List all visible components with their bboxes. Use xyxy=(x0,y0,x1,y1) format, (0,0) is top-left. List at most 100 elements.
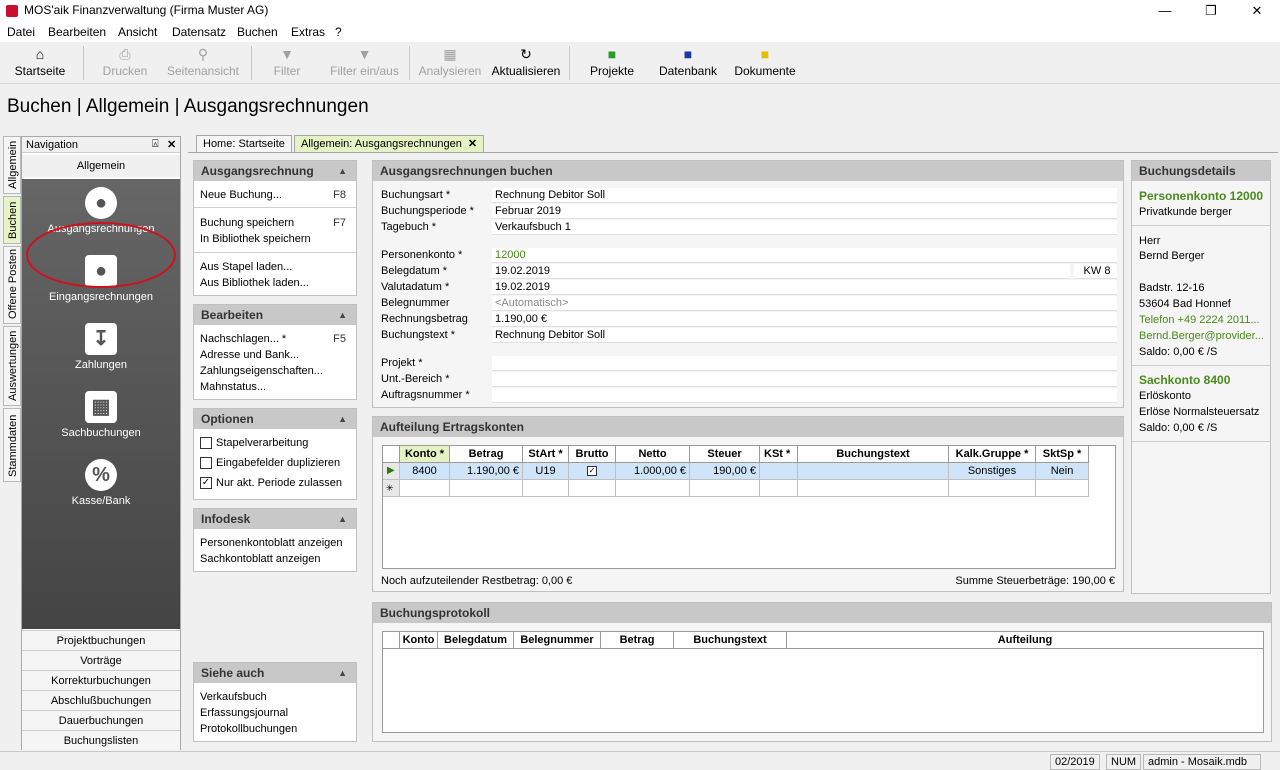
column-buchungstext[interactable]: Buchungstext xyxy=(674,632,787,649)
filter-button[interactable]: ▼ Filter xyxy=(266,44,308,82)
filter-toggle-button[interactable]: ▼ Filter ein/aus xyxy=(327,44,402,82)
column-konto[interactable]: Konto * xyxy=(400,446,450,463)
neue-buchung-link[interactable]: Neue Buchung... xyxy=(200,189,282,201)
column-netto[interactable]: Netto xyxy=(616,446,690,463)
nav-abschlussbuchungen[interactable]: Abschlußbuchungen xyxy=(22,690,180,710)
aus-stapel-laden-link[interactable]: Aus Stapel laden... xyxy=(200,261,292,273)
option-stapelverarbeitung[interactable]: Stapelverarbeitung xyxy=(200,437,308,450)
row-selector-icon[interactable]: ▶ xyxy=(383,463,400,480)
collapse-icon[interactable]: ▲ xyxy=(338,663,347,683)
column-kst[interactable]: KSt * xyxy=(760,446,798,463)
new-cell[interactable] xyxy=(400,480,450,497)
analysieren-button[interactable]: ▦ Analysieren xyxy=(416,44,484,82)
new-row-icon[interactable]: ✳ xyxy=(383,480,400,497)
column-buchungstext[interactable]: Buchungstext xyxy=(798,446,949,463)
task-panel-header[interactable]: Infodesk ▲ xyxy=(194,509,356,529)
menu-ansicht[interactable]: Ansicht xyxy=(118,25,157,39)
column-aufteilung[interactable]: Aufteilung xyxy=(787,632,1263,649)
auftragsnummer-field[interactable] xyxy=(492,388,1117,403)
option-periode[interactable]: ✓ Nur akt. Periode zulassen xyxy=(200,477,342,490)
option-duplizieren[interactable]: Eingabefelder duplizieren xyxy=(200,457,340,470)
new-cell[interactable] xyxy=(760,480,798,497)
tab-home-startseite[interactable]: Home: Startseite xyxy=(196,135,292,153)
side-tab-stammdaten[interactable]: Stammdaten xyxy=(3,408,21,482)
new-cell[interactable] xyxy=(690,480,760,497)
buchungsperiode-field[interactable]: Februar 2019 xyxy=(492,204,1117,219)
cell-kst[interactable] xyxy=(760,463,798,480)
stapelverarbeitung-checkbox[interactable] xyxy=(200,437,212,450)
cell-steuer[interactable]: 190,00 € xyxy=(690,463,760,480)
dokumente-button[interactable]: ■ Dokumente xyxy=(730,44,800,82)
nav-buchungslisten[interactable]: Buchungslisten xyxy=(22,730,180,750)
new-cell[interactable] xyxy=(949,480,1036,497)
rechnungsbetrag-field[interactable]: 1.190,00 € xyxy=(492,312,1117,327)
close-tab-icon[interactable]: ✕ xyxy=(468,138,477,150)
projekte-button[interactable]: ■ Projekte xyxy=(586,44,638,82)
task-panel-header[interactable]: Bearbeiten ▲ xyxy=(194,305,356,325)
new-cell[interactable] xyxy=(569,480,616,497)
tagebuch-field[interactable]: Verkaufsbuch 1 xyxy=(492,220,1117,235)
column-betrag[interactable]: Betrag xyxy=(450,446,523,463)
collapse-icon[interactable]: ▲ xyxy=(338,305,347,325)
cell-kalk-gruppe[interactable]: Sonstiges xyxy=(949,463,1036,480)
zahlungseigenschaften-link[interactable]: Zahlungseigenschaften... xyxy=(200,365,323,377)
personenkonto-title[interactable]: Personenkonto 12000 xyxy=(1139,189,1263,203)
close-icon[interactable]: ✕ xyxy=(167,138,176,151)
personenkontoblatt-link[interactable]: Personenkontoblatt anzeigen xyxy=(200,537,343,549)
cell-buchungstext[interactable] xyxy=(798,463,949,480)
side-tab-buchen[interactable]: Buchen xyxy=(3,196,21,244)
nav-korrekturbuchungen[interactable]: Korrekturbuchungen xyxy=(22,670,180,690)
projekt-field[interactable] xyxy=(492,356,1117,371)
column-konto[interactable]: Konto xyxy=(400,632,438,649)
cell-konto[interactable]: 8400 xyxy=(400,463,450,480)
buchung-speichern-link[interactable]: Buchung speichern xyxy=(200,217,294,229)
task-panel-header[interactable]: Optionen ▲ xyxy=(194,409,356,429)
telefon-link[interactable]: Telefon +49 2224 2011... xyxy=(1139,314,1260,326)
email-link[interactable]: Bernd.Berger@provider... xyxy=(1139,330,1264,342)
belegdatum-field[interactable]: 19.02.2019 xyxy=(492,264,1070,279)
aus-bibliothek-laden-link[interactable]: Aus Bibliothek laden... xyxy=(200,277,309,289)
mahnstatus-link[interactable]: Mahnstatus... xyxy=(200,381,266,393)
nachschlagen-link[interactable]: Nachschlagen... * xyxy=(200,333,286,345)
valutadatum-field[interactable]: 19.02.2019 xyxy=(492,280,1117,295)
pin-icon[interactable]: ⍓ xyxy=(152,138,159,151)
datenbank-button[interactable]: ■ Datenbank xyxy=(656,44,720,82)
new-cell[interactable] xyxy=(616,480,690,497)
side-tab-auswertungen[interactable]: Auswertungen xyxy=(3,326,21,406)
buchungsart-field[interactable]: Rechnung Debitor Soll xyxy=(492,188,1117,203)
navigation-group-allgemein[interactable]: Allgemein xyxy=(22,155,180,177)
minimize-button[interactable]: — xyxy=(1142,0,1188,22)
nav-projektbuchungen[interactable]: Projektbuchungen xyxy=(22,630,180,650)
collapse-icon[interactable]: ▲ xyxy=(338,409,347,429)
adresse-und-bank-link[interactable]: Adresse und Bank... xyxy=(200,349,299,361)
tab-ausgangsrechnungen[interactable]: Allgemein: Ausgangsrechnungen ✕ xyxy=(294,135,485,153)
new-cell[interactable] xyxy=(450,480,523,497)
column-start[interactable]: StArt * xyxy=(523,446,569,463)
maximize-button[interactable]: ❐ xyxy=(1188,0,1234,22)
erfassungsjournal-link[interactable]: Erfassungsjournal xyxy=(200,707,288,719)
collapse-icon[interactable]: ▲ xyxy=(338,509,347,529)
column-sktsp[interactable]: SktSp * xyxy=(1036,446,1089,463)
close-window-button[interactable]: ✕ xyxy=(1234,0,1280,22)
verkaufsbuch-link[interactable]: Verkaufsbuch xyxy=(200,691,267,703)
sachkontoblatt-link[interactable]: Sachkontoblatt anzeigen xyxy=(200,553,320,565)
belegnummer-field[interactable]: <Automatisch> xyxy=(492,296,1117,311)
menu-buchen[interactable]: Buchen xyxy=(237,25,278,39)
column-betrag[interactable]: Betrag xyxy=(601,632,674,649)
cell-brutto[interactable]: ✓ xyxy=(569,463,616,480)
aktualisieren-button[interactable]: ↻ Aktualisieren xyxy=(490,44,562,82)
column-belegdatum[interactable]: Belegdatum xyxy=(438,632,514,649)
task-panel-header[interactable]: Ausgangsrechnung ▲ xyxy=(194,161,356,181)
menu-extras[interactable]: Extras xyxy=(291,25,325,39)
cell-betrag[interactable]: 1.190,00 € xyxy=(450,463,523,480)
new-cell[interactable] xyxy=(523,480,569,497)
new-cell[interactable] xyxy=(1036,480,1089,497)
menu-bearbeiten[interactable]: Bearbeiten xyxy=(48,25,106,39)
column-kalk-gruppe[interactable]: Kalk.Gruppe * xyxy=(949,446,1036,463)
cell-start[interactable]: U19 xyxy=(523,463,569,480)
collapse-icon[interactable]: ▲ xyxy=(338,161,347,181)
column-steuer[interactable]: Steuer xyxy=(690,446,760,463)
duplizieren-checkbox[interactable] xyxy=(200,457,212,470)
protokollbuchungen-link[interactable]: Protokollbuchungen xyxy=(200,723,297,735)
personenkonto-field[interactable]: 12000 xyxy=(492,248,1117,263)
